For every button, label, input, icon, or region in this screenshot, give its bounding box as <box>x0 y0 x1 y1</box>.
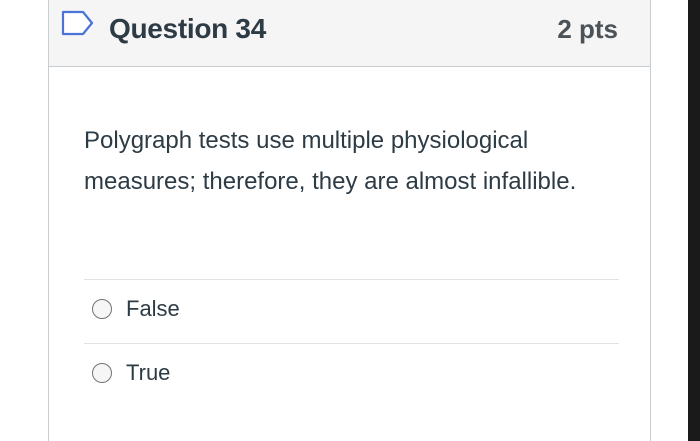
question-points: 2 pts <box>557 14 618 44</box>
question-text: Polygraph tests use multiple physiologic… <box>84 127 577 195</box>
question-header: Question 34 2 pts <box>49 0 650 67</box>
answer-option-false[interactable]: False <box>84 280 619 342</box>
answer-label: False <box>126 296 180 321</box>
window-edge <box>688 0 700 441</box>
radio-button[interactable] <box>92 363 112 383</box>
answer-label: True <box>126 360 171 385</box>
answer-option-true[interactable]: True <box>84 344 619 406</box>
question-card: Question 34 2 pts Polygraph tests use mu… <box>48 0 651 441</box>
quiz-page: Question 34 2 pts Polygraph tests use mu… <box>0 0 700 441</box>
question-title: Question 34 <box>109 13 266 44</box>
flag-bookmark-icon[interactable] <box>61 10 95 36</box>
radio-button[interactable] <box>92 299 112 319</box>
